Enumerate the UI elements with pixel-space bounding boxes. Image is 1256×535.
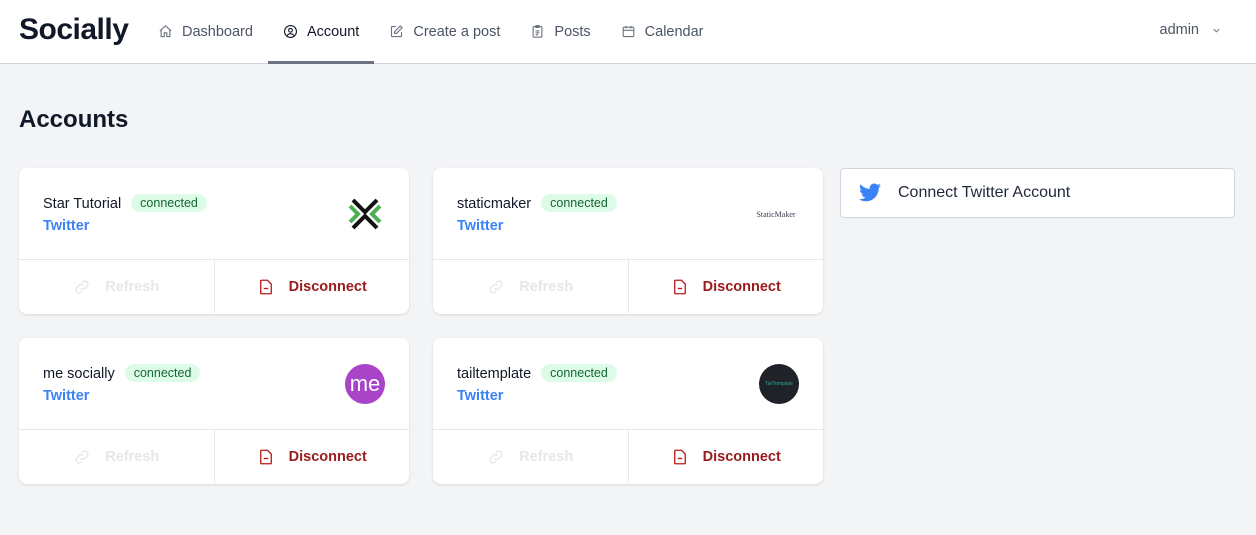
nav-item-label: Dashboard xyxy=(182,23,253,40)
document-minus-icon xyxy=(259,449,272,464)
account-name: Star Tutorial xyxy=(43,196,122,212)
refresh-button[interactable]: Refresh xyxy=(433,430,628,483)
star-tutorial-logo-icon xyxy=(348,198,382,230)
nav-item-label: Posts xyxy=(554,23,591,40)
chevron-down-icon xyxy=(1213,28,1220,33)
account-name: staticmaker xyxy=(457,196,532,212)
nav-item-calendar[interactable]: Calendar xyxy=(606,0,719,63)
refresh-label: Refresh xyxy=(519,448,574,465)
platform-link[interactable]: Twitter xyxy=(457,388,503,404)
navbar: Socially Dashboard Account Create a post… xyxy=(0,0,1256,64)
nav-item-label: Calendar xyxy=(644,23,704,40)
refresh-button[interactable]: Refresh xyxy=(433,260,628,313)
nav-item-dashboard[interactable]: Dashboard xyxy=(143,0,268,63)
platform-link[interactable]: Twitter xyxy=(43,388,89,404)
disconnect-button[interactable]: Disconnect xyxy=(627,430,824,483)
app-logo[interactable]: Socially xyxy=(19,13,129,47)
account-card: tailtemplate connected Twitter TailTempla… xyxy=(433,338,823,484)
nav-item-label: Account xyxy=(306,23,360,40)
clipboard-icon xyxy=(532,25,543,38)
refresh-button[interactable]: Refresh xyxy=(19,430,214,483)
connect-twitter-label: Connect Twitter Account xyxy=(898,184,1071,201)
account-name: me socially xyxy=(43,366,115,382)
avatar xyxy=(345,194,385,234)
user-circle-icon xyxy=(283,25,297,38)
status-badge: connected xyxy=(131,194,207,212)
nav-item-account[interactable]: Account xyxy=(267,0,375,64)
user-menu[interactable]: admin xyxy=(1160,22,1223,38)
disconnect-label: Disconnect xyxy=(702,278,781,295)
home-icon xyxy=(159,25,172,38)
platform-link[interactable]: Twitter xyxy=(43,218,89,234)
refresh-label: Refresh xyxy=(519,278,574,295)
disconnect-label: Disconnect xyxy=(288,278,367,295)
refresh-button[interactable]: Refresh xyxy=(19,260,214,313)
status-badge: connected xyxy=(541,364,617,382)
link-icon xyxy=(489,279,503,294)
user-name: admin xyxy=(1159,22,1200,38)
twitter-icon xyxy=(859,183,881,202)
link-icon xyxy=(75,449,89,464)
account-name: tailtemplate xyxy=(457,366,532,382)
status-badge: connected xyxy=(541,194,617,212)
nav-item-label: Create a post xyxy=(413,23,501,40)
disconnect-button[interactable]: Disconnect xyxy=(213,260,410,313)
link-icon xyxy=(75,279,89,294)
edit-icon xyxy=(391,25,404,38)
connect-twitter-button[interactable]: Connect Twitter Account xyxy=(840,168,1235,218)
avatar: StaticMaker xyxy=(756,209,796,219)
disconnect-button[interactable]: Disconnect xyxy=(627,260,824,313)
refresh-label: Refresh xyxy=(105,448,160,465)
link-icon xyxy=(489,449,503,464)
avatar: me xyxy=(345,364,385,404)
page-title: Accounts xyxy=(19,106,129,133)
account-card: Star Tutorial connected Twitter Refresh D… xyxy=(19,168,409,314)
nav-item-create-post[interactable]: Create a post xyxy=(374,0,515,63)
document-minus-icon xyxy=(673,449,686,464)
disconnect-label: Disconnect xyxy=(702,448,781,465)
account-card: staticmaker connected Twitter StaticMaker… xyxy=(433,168,823,314)
status-badge: connected xyxy=(124,364,201,382)
avatar: TailTemplate xyxy=(759,364,799,404)
refresh-label: Refresh xyxy=(105,278,160,295)
account-card: me socially connected Twitter me Refresh … xyxy=(19,338,409,484)
nav-menu: Dashboard Account Create a post Posts Ca… xyxy=(143,0,719,64)
disconnect-label: Disconnect xyxy=(288,448,367,465)
disconnect-button[interactable]: Disconnect xyxy=(213,430,410,483)
document-minus-icon xyxy=(673,279,686,294)
nav-item-posts[interactable]: Posts xyxy=(515,0,605,63)
document-minus-icon xyxy=(259,279,272,294)
calendar-icon xyxy=(622,25,635,38)
platform-link[interactable]: Twitter xyxy=(457,218,503,234)
